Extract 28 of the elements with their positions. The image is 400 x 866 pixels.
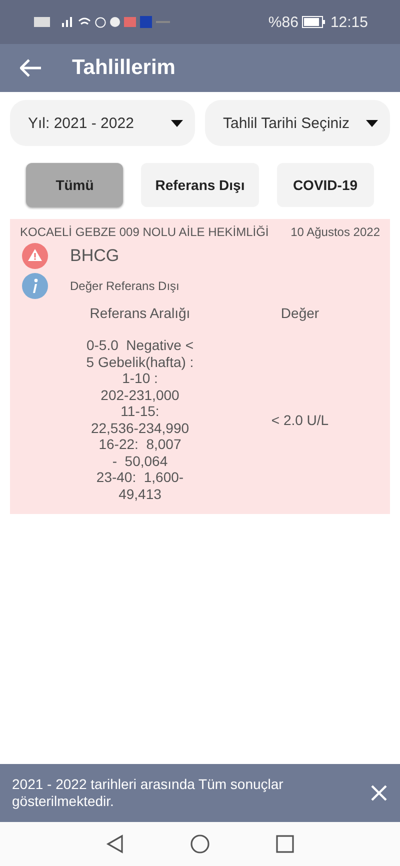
clock: 12:15 bbox=[330, 14, 368, 30]
column-header: Değer bbox=[280, 305, 320, 323]
reference-range: 0-5.0 Negative < 5 Gebelik(hafta) : 1-10 : 202-231,000 11-15: 22,536-234,990 16-22: 8,007 - 50,064 23-40: 1,600- 49,413 bbox=[85, 337, 195, 502]
caret-icon bbox=[171, 120, 183, 126]
signal-icon bbox=[62, 17, 74, 27]
column-header: Referans Aralığı bbox=[88, 305, 192, 323]
back-button[interactable] bbox=[20, 59, 42, 77]
filter-chip[interactable]: Referans Dışı bbox=[141, 163, 259, 207]
result-value: < 2.0 U/L bbox=[270, 412, 330, 428]
status-note: Değer Referans Dışı bbox=[70, 279, 180, 293]
battery-percent: %86 bbox=[268, 14, 298, 30]
result-date: 10 Ağustos 2022 bbox=[290, 225, 380, 239]
screen-title: Tahlillerim bbox=[72, 56, 176, 80]
filter-chip[interactable]: Tümü bbox=[26, 163, 124, 207]
battery-icon bbox=[302, 16, 326, 28]
recents-nav-button[interactable] bbox=[276, 835, 294, 853]
caret-icon bbox=[366, 120, 378, 126]
filter-dropdown[interactable]: Yıl: 2021 - 2022 bbox=[10, 100, 195, 146]
test-name: BHCG bbox=[70, 246, 120, 266]
back-nav-button[interactable] bbox=[106, 834, 124, 854]
info-icon bbox=[22, 273, 48, 299]
snackbar-message: 2021 - 2022 tarihleri arasında Tüm sonuçlar gösterilmektedir. bbox=[12, 776, 284, 810]
close-button[interactable] bbox=[370, 784, 388, 802]
institution-name: KOCAELİ GEBZE 009 NOLU AİLE HEKİMLİĞİ bbox=[20, 225, 269, 239]
filter-chip[interactable]: COVID-19 bbox=[276, 163, 374, 207]
wifi-icon bbox=[78, 17, 91, 27]
filter-dropdown[interactable]: Tahlil Tarihi Seçiniz bbox=[205, 100, 390, 146]
home-nav-button[interactable] bbox=[190, 834, 210, 854]
